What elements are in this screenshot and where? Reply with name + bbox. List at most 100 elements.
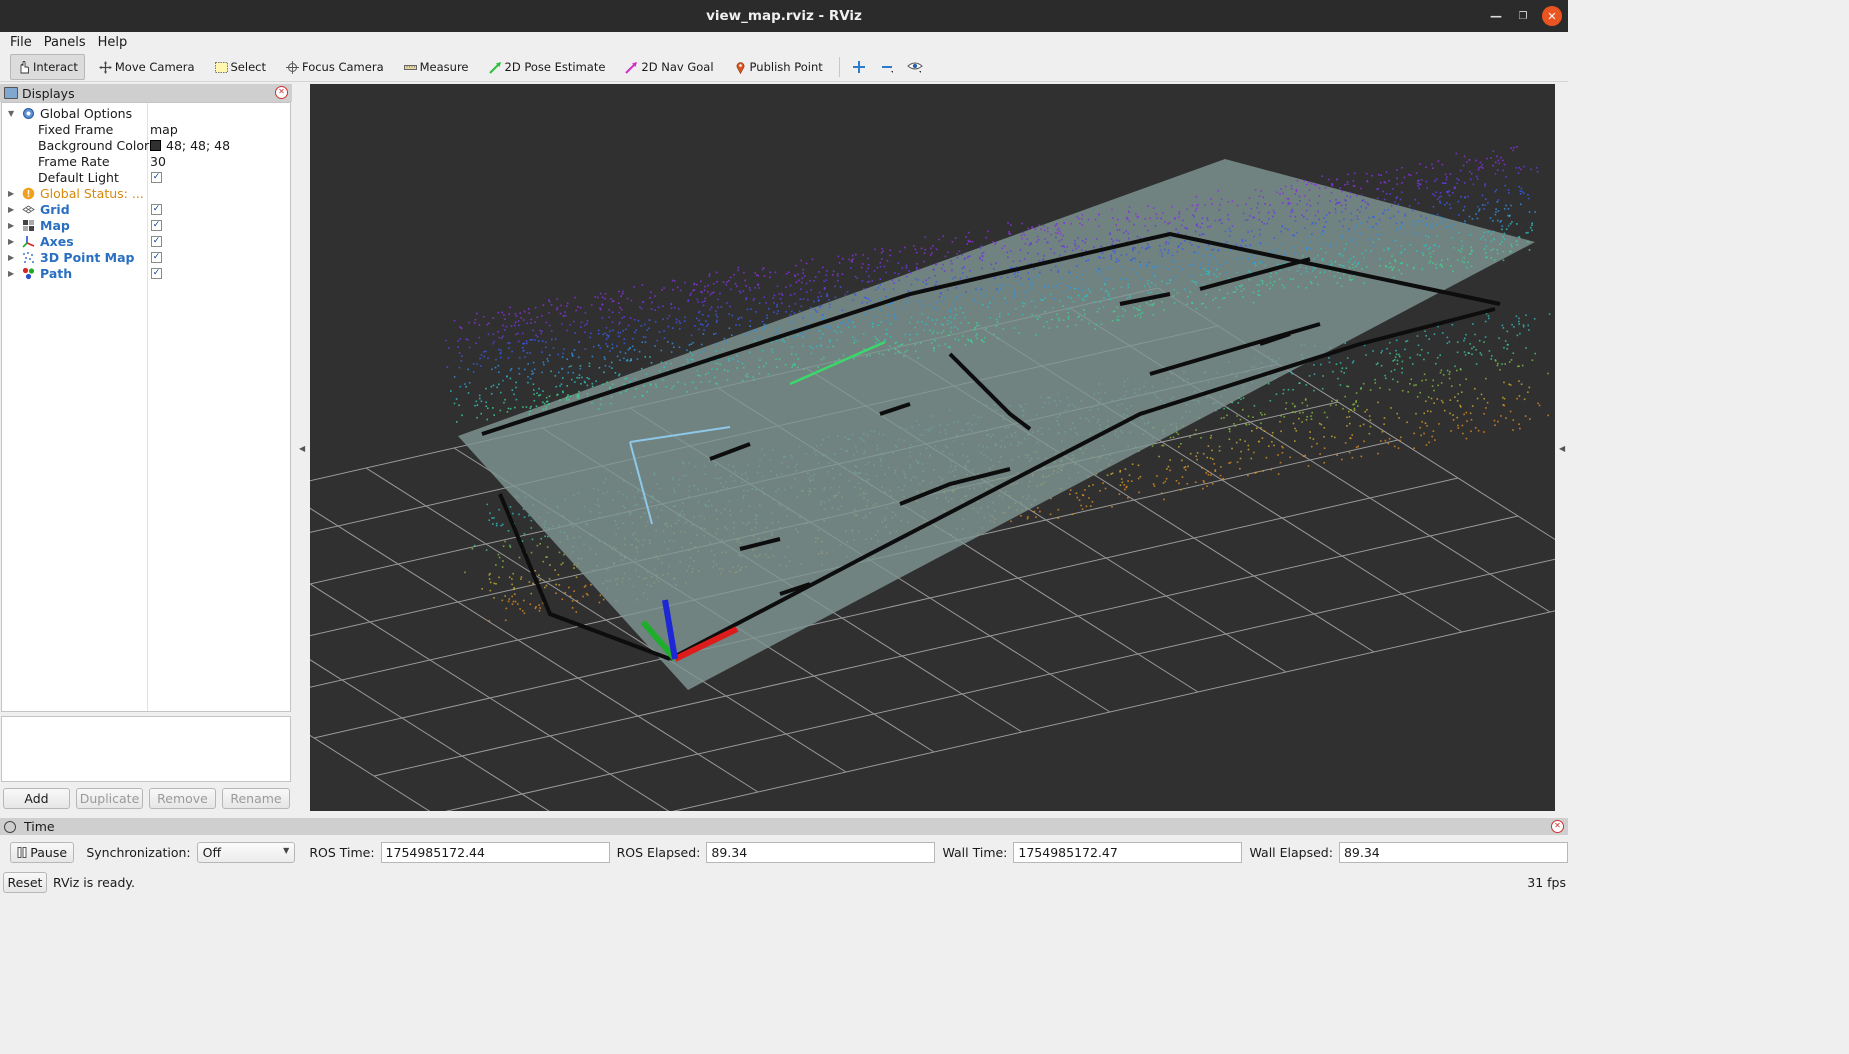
expand-right-icon[interactable]: ▶ bbox=[8, 189, 14, 198]
axes-display-value[interactable]: ✓ bbox=[150, 235, 162, 247]
frame-rate-value[interactable]: 30 bbox=[150, 154, 166, 169]
tree-row-frame-rate[interactable]: Frame Rate 30 bbox=[2, 153, 290, 169]
color-swatch bbox=[150, 139, 161, 151]
point-map-display-value[interactable]: ✓ bbox=[150, 251, 162, 263]
default-light-label: Default Light bbox=[38, 169, 119, 185]
expand-right-icon[interactable]: ▶ bbox=[8, 221, 14, 230]
fixed-frame-label: Fixed Frame bbox=[38, 121, 114, 137]
expand-down-icon[interactable]: ▼ bbox=[8, 109, 14, 118]
map-display-value[interactable]: ✓ bbox=[150, 219, 162, 231]
ros-time-field[interactable]: 1754985172.44 bbox=[380, 841, 610, 863]
warning-icon bbox=[22, 187, 35, 200]
remove-display-button[interactable]: Remove bbox=[149, 788, 216, 809]
grid-display-value[interactable]: ✓ bbox=[150, 203, 162, 215]
expand-right-icon[interactable]: ▶ bbox=[8, 269, 14, 278]
tree-row-grid[interactable]: ▶ Grid ✓ bbox=[2, 201, 290, 217]
tree-row-map[interactable]: ▶ Map ✓ bbox=[2, 217, 290, 233]
wall-elapsed-field[interactable]: 89.34 bbox=[1338, 841, 1569, 863]
map-pin-icon bbox=[734, 61, 747, 74]
minus-icon bbox=[881, 66, 893, 73]
eye-icon bbox=[906, 62, 923, 73]
close-time-panel-icon[interactable]: ✕ bbox=[1551, 820, 1564, 833]
green-arrow-icon bbox=[488, 61, 502, 74]
view-options-button[interactable] bbox=[904, 56, 926, 78]
tree-row-global-status[interactable]: ▶ Global Status: ... bbox=[2, 185, 290, 201]
time-panel-header: Time ✕ bbox=[0, 818, 1568, 835]
measure-tool-button[interactable]: Measure bbox=[398, 54, 475, 80]
map-checkbox[interactable]: ✓ bbox=[151, 219, 162, 231]
tree-row-axes[interactable]: ▶ Axes ✓ bbox=[2, 233, 290, 249]
focus-camera-tool-button[interactable]: Focus Camera bbox=[280, 54, 390, 80]
select-tool-button[interactable]: Select bbox=[209, 54, 272, 80]
collapse-left-icon[interactable]: ◀ bbox=[299, 444, 305, 453]
menu-bar: File Panels Help bbox=[0, 32, 1568, 53]
maximize-icon[interactable]: ❐ bbox=[1513, 6, 1533, 26]
nav-goal-tool-button[interactable]: 2D Nav Goal bbox=[619, 54, 719, 80]
tree-row-background-color[interactable]: Background Color 48; 48; 48 bbox=[2, 137, 290, 153]
menu-help[interactable]: Help bbox=[92, 35, 134, 50]
point-map-checkbox[interactable]: ✓ bbox=[151, 251, 162, 263]
pause-label: Pause bbox=[30, 844, 68, 860]
pose-estimate-label: 2D Pose Estimate bbox=[504, 60, 606, 74]
menu-panels[interactable]: Panels bbox=[38, 35, 92, 50]
close-panel-icon[interactable]: ✕ bbox=[275, 86, 288, 99]
hand-pointer-icon bbox=[17, 60, 30, 74]
axes-checkbox[interactable]: ✓ bbox=[151, 235, 162, 247]
interact-label: Interact bbox=[33, 60, 78, 74]
publish-point-tool-button[interactable]: Publish Point bbox=[728, 54, 829, 80]
add-display-button[interactable]: Add bbox=[3, 788, 70, 809]
default-light-checkbox[interactable]: ✓ bbox=[151, 171, 162, 183]
wall-elapsed-label: Wall Elapsed: bbox=[1249, 844, 1333, 860]
focus-camera-label: Focus Camera bbox=[301, 60, 384, 74]
point-map-display-label: 3D Point Map bbox=[40, 249, 135, 265]
window-titlebar: view_map.rviz - RViz — ❐ ✕ bbox=[0, 0, 1568, 32]
pause-button[interactable]: Pause bbox=[10, 841, 75, 863]
collapse-right-icon[interactable]: ◀ bbox=[1559, 444, 1565, 453]
rename-display-button[interactable]: Rename bbox=[222, 788, 290, 809]
displays-title: Displays bbox=[22, 85, 75, 101]
nav-goal-label: 2D Nav Goal bbox=[641, 60, 714, 74]
duplicate-display-button[interactable]: Duplicate bbox=[76, 788, 143, 809]
move-camera-tool-button[interactable]: Move Camera bbox=[93, 54, 201, 80]
close-icon[interactable]: ✕ bbox=[1542, 6, 1562, 26]
expand-right-icon[interactable]: ▶ bbox=[8, 237, 14, 246]
sync-select[interactable]: Off ▼ bbox=[196, 841, 296, 863]
ruler-icon bbox=[403, 61, 417, 74]
ros-elapsed-field[interactable]: 89.34 bbox=[706, 841, 936, 863]
reset-button[interactable]: Reset bbox=[3, 871, 47, 893]
tree-row-3d-point-map[interactable]: ▶ 3D Point Map ✓ bbox=[2, 249, 290, 265]
tree-row-default-light[interactable]: Default Light ✓ bbox=[2, 169, 290, 185]
ros-time-label: ROS Time: bbox=[309, 844, 375, 860]
expand-right-icon[interactable]: ▶ bbox=[8, 205, 14, 214]
default-light-value[interactable]: ✓ bbox=[150, 171, 162, 183]
path-checkbox[interactable]: ✓ bbox=[151, 267, 162, 279]
tree-row-fixed-frame[interactable]: Fixed Frame map bbox=[2, 121, 290, 137]
select-box-icon bbox=[214, 61, 228, 74]
remove-tool-button[interactable] bbox=[876, 56, 898, 78]
3d-scene[interactable] bbox=[310, 84, 1555, 811]
fixed-frame-value[interactable]: map bbox=[150, 122, 178, 137]
menu-file[interactable]: File bbox=[4, 35, 38, 50]
wall-time-field[interactable]: 1754985172.47 bbox=[1013, 841, 1243, 863]
minimize-icon[interactable]: — bbox=[1486, 6, 1506, 26]
sync-label: Synchronization: bbox=[86, 844, 191, 860]
expand-right-icon[interactable]: ▶ bbox=[8, 253, 14, 262]
interact-tool-button[interactable]: Interact bbox=[10, 54, 85, 80]
add-tool-button[interactable] bbox=[848, 56, 870, 78]
chevron-down-icon: ▼ bbox=[283, 845, 290, 855]
tree-row-path[interactable]: ▶ Path ✓ bbox=[2, 265, 290, 281]
toolbar-separator bbox=[838, 57, 840, 77]
pose-estimate-tool-button[interactable]: 2D Pose Estimate bbox=[483, 54, 612, 80]
tree-row-global-options[interactable]: ▼ Global Options bbox=[2, 105, 290, 121]
displays-panel: Displays ✕ ▼ Global Options Fixed Frame … bbox=[0, 84, 292, 812]
map-icon bbox=[22, 219, 35, 232]
wall-time-label: Wall Time: bbox=[942, 844, 1008, 860]
displays-panel-header: Displays ✕ bbox=[0, 84, 292, 102]
grid-icon bbox=[22, 203, 35, 216]
path-display-value[interactable]: ✓ bbox=[150, 267, 162, 279]
grid-checkbox[interactable]: ✓ bbox=[151, 203, 162, 215]
background-color-label: Background Color bbox=[38, 137, 150, 153]
render-viewport[interactable] bbox=[310, 84, 1555, 811]
background-color-value[interactable]: 48; 48; 48 bbox=[150, 138, 230, 153]
tool-bar: Interact Move Camera Select Focus Camera… bbox=[0, 53, 1568, 82]
